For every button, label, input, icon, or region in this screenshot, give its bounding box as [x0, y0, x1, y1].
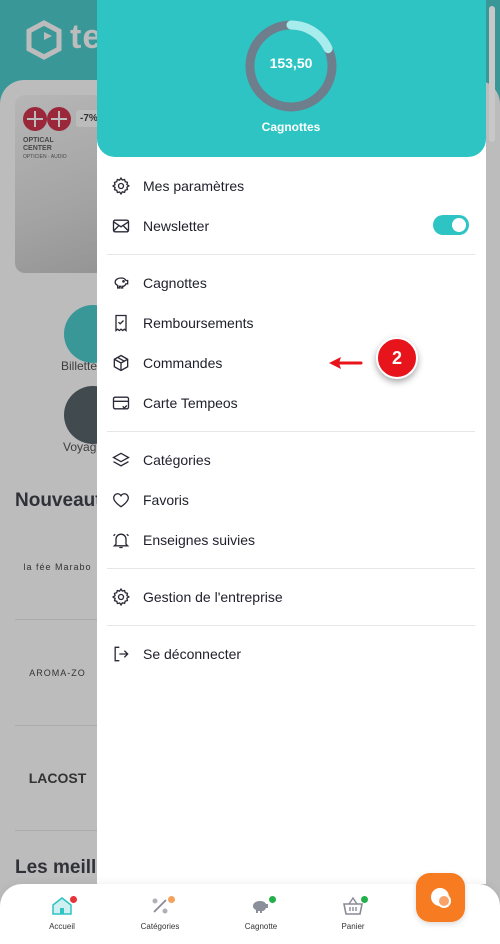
menu-item-logout[interactable]: Se déconnecter: [111, 639, 471, 669]
menu-item-carte[interactable]: Carte Tempeos: [111, 388, 471, 418]
piggy-bank-icon: [111, 273, 131, 293]
notification-dot: [361, 896, 368, 903]
newsletter-toggle[interactable]: [433, 215, 469, 235]
menu-item-cagnottes[interactable]: Cagnottes: [111, 268, 471, 298]
menu-item-newsletter[interactable]: Newsletter: [111, 211, 471, 241]
heart-icon: [111, 490, 131, 510]
gear-icon: [111, 587, 131, 607]
balance-label: Cagnottes: [261, 120, 321, 134]
side-drawer: 153,50 Cagnottes Mes paramètres Newslett…: [97, 0, 486, 884]
menu-item-settings[interactable]: Mes paramètres: [111, 171, 471, 201]
menu-divider: [107, 625, 475, 626]
menu-item-label: Newsletter: [143, 218, 210, 234]
menu-item-label: Gestion de l'entreprise: [143, 589, 283, 605]
notification-dot: [70, 896, 77, 903]
menu-item-remboursements[interactable]: Remboursements: [111, 308, 471, 338]
menu-item-label: Carte Tempeos: [143, 395, 238, 411]
annotation-arrow-icon: [329, 357, 363, 369]
menu-item-label: Se déconnecter: [143, 646, 242, 662]
annotation-step-badge: 2: [376, 337, 418, 379]
menu-item-label: Mes paramètres: [143, 178, 245, 194]
menu-item-label: Remboursements: [143, 315, 254, 331]
nav-cagnotte[interactable]: Cagnotte: [221, 894, 301, 940]
nav-panier[interactable]: Panier: [313, 894, 393, 940]
menu-item-favoris[interactable]: Favoris: [111, 485, 471, 515]
layers-icon: [111, 450, 131, 470]
bell-icon: [111, 530, 131, 550]
nav-label: Panier: [341, 922, 365, 931]
nav-label: Cagnotte: [244, 922, 278, 931]
menu-item-label: Enseignes suivies: [143, 532, 256, 548]
menu-divider: [107, 568, 475, 569]
package-icon: [111, 353, 131, 373]
notification-dot: [269, 896, 276, 903]
toggle-knob: [452, 218, 466, 232]
menu-item-label: Catégories: [143, 452, 211, 468]
menu-divider: [107, 254, 475, 255]
menu-item-gestion[interactable]: Gestion de l'entreprise: [111, 582, 471, 612]
mail-icon: [111, 216, 131, 236]
menu-item-label: Favoris: [143, 492, 189, 508]
menu-divider: [107, 431, 475, 432]
drawer-header: 153,50 Cagnottes: [97, 0, 486, 157]
nav-categories[interactable]: Catégories: [120, 894, 200, 940]
nav-label: Accueil: [49, 922, 75, 931]
menu-item-categories[interactable]: Catégories: [111, 445, 471, 475]
menu-item-enseignes[interactable]: Enseignes suivies: [111, 525, 471, 555]
menu-item-label: Commandes: [143, 355, 223, 371]
nav-label: Catégories: [140, 922, 180, 931]
receipt-icon: [111, 313, 131, 333]
gear-icon: [111, 176, 131, 196]
chat-icon: [430, 887, 451, 908]
logout-icon: [111, 644, 131, 664]
chat-button[interactable]: [416, 873, 465, 922]
notification-dot: [168, 896, 175, 903]
balance-value: 153,50: [269, 55, 313, 71]
menu-item-label: Cagnottes: [143, 275, 207, 291]
scrollbar[interactable]: [489, 6, 495, 142]
credit-card-icon: [111, 393, 131, 413]
nav-accueil[interactable]: Accueil: [22, 894, 102, 940]
